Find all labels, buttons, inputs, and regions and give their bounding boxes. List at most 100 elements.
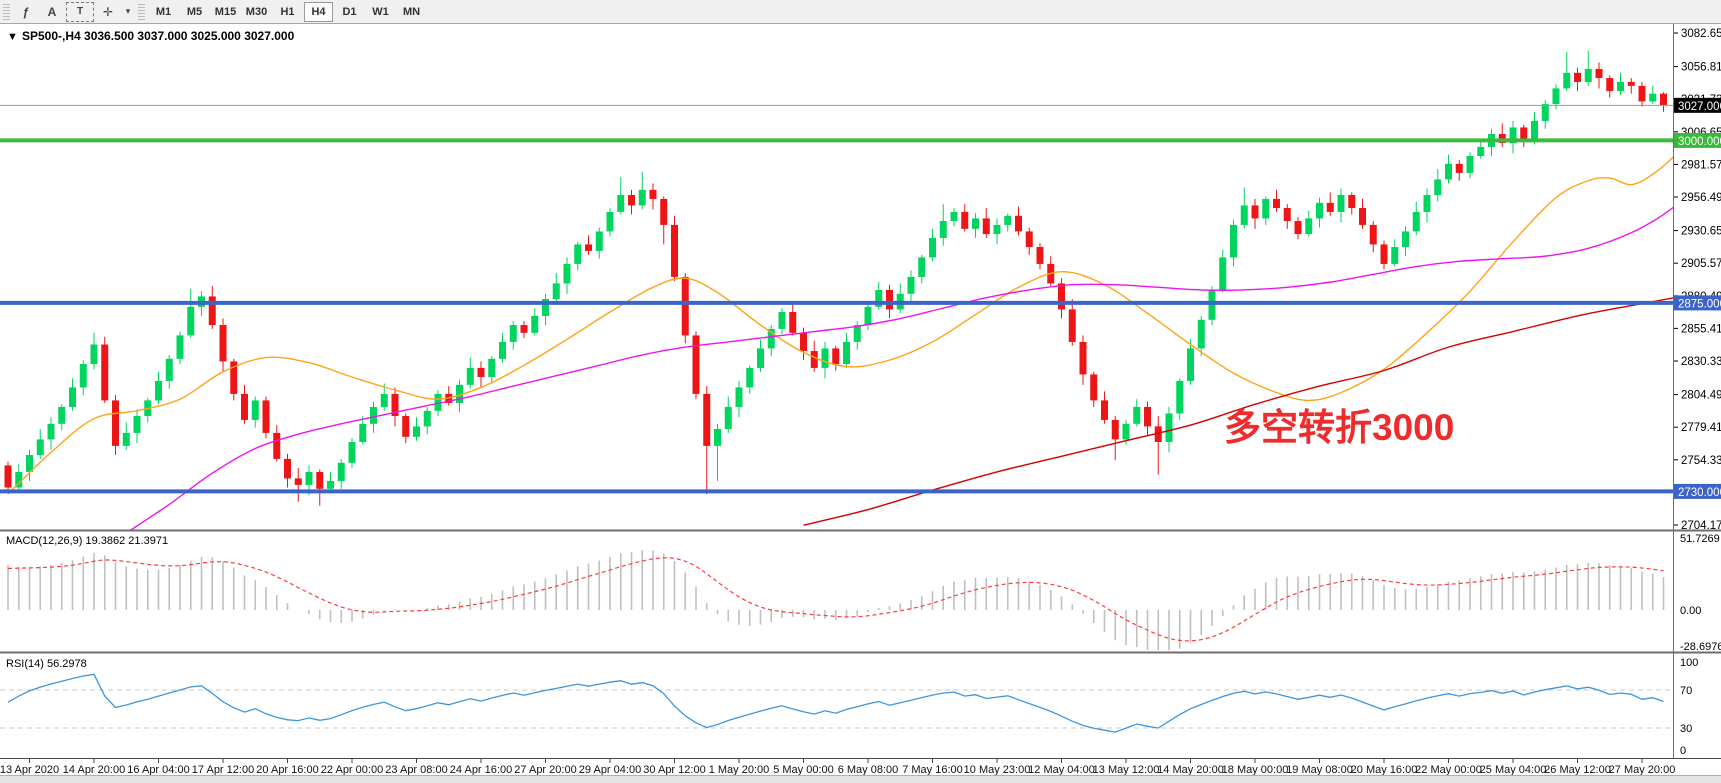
toolbar-grip[interactable]	[3, 4, 10, 20]
timeframe-button-d1[interactable]: D1	[335, 2, 364, 22]
timeframe-button-m15[interactable]: M15	[211, 2, 240, 22]
candle-body	[1563, 73, 1570, 89]
candle-body	[1585, 69, 1592, 82]
rsi-indicator-label: RSI(14) 56.2978	[6, 658, 87, 670]
price-tick-label: 2779.410	[1681, 422, 1721, 434]
candle-body	[1413, 212, 1420, 231]
trading-terminal-window: ƒAT✛▾ M1M5M15M30H1H4D1W1MN 3082.6503056.…	[0, 0, 1721, 783]
candle-body	[273, 433, 280, 459]
candle-body	[1198, 320, 1205, 349]
candle-body	[5, 465, 12, 487]
ma-mid-magenta	[126, 190, 1696, 533]
candle-body	[811, 351, 818, 368]
candle-body	[703, 394, 710, 446]
candle-body	[413, 426, 420, 436]
timeframe-button-h4[interactable]: H4	[304, 2, 333, 22]
main-price-pane[interactable]	[0, 51, 1696, 533]
candle-body	[757, 348, 764, 367]
macd-pane[interactable]	[8, 550, 1664, 650]
candle-body	[187, 307, 194, 336]
candle-body	[241, 394, 248, 420]
dropdown-caret-icon[interactable]: ▾	[122, 2, 134, 22]
candle-body	[553, 283, 560, 299]
price-axis[interactable]: 3082.6503056.8103031.7303006.6502981.570…	[1673, 28, 1721, 532]
candle-body	[263, 400, 270, 432]
timeframe-button-w1[interactable]: W1	[366, 2, 395, 22]
macd-axis-zero: 0.00	[1680, 605, 1701, 617]
candle-body	[1090, 374, 1097, 400]
candle-body	[402, 416, 409, 437]
candle-body	[1176, 381, 1183, 413]
candle-body	[1391, 247, 1398, 264]
candle-body	[1617, 82, 1624, 91]
timeframe-button-m1[interactable]: M1	[149, 2, 178, 22]
candle-body	[1101, 400, 1108, 419]
candle-body	[1434, 179, 1441, 195]
candle-body	[1230, 225, 1237, 257]
candle-body	[628, 195, 635, 205]
text-label-icon[interactable]: A	[40, 2, 64, 22]
candle-body	[1348, 195, 1355, 208]
timeframe-button-m30[interactable]: M30	[242, 2, 271, 22]
candle-body	[961, 212, 968, 229]
symbol-dropdown-caret[interactable]: ▼	[7, 31, 18, 43]
candle-body	[1316, 203, 1323, 219]
candle-body	[467, 368, 474, 385]
candle-body	[1477, 147, 1484, 156]
candle-body	[1553, 88, 1560, 104]
candle-body	[746, 368, 753, 387]
candle-body	[1026, 231, 1033, 247]
macd-indicator-label: MACD(12,26,9) 19.3862 21.3971	[6, 535, 168, 547]
candle-body	[1606, 78, 1613, 91]
candle-body	[1445, 164, 1452, 180]
candle-body	[574, 244, 581, 263]
price-badge-label: 2730.000	[1678, 487, 1721, 499]
candle-body	[564, 264, 571, 283]
candle-body	[37, 439, 44, 455]
candle-body	[865, 307, 872, 325]
timeframe-button-mn[interactable]: MN	[397, 2, 426, 22]
text-box-icon[interactable]: T	[66, 2, 94, 22]
rsi-axis-30: 30	[1680, 723, 1692, 735]
candle-body	[177, 335, 184, 358]
candle-body	[1596, 69, 1603, 78]
candle-body	[725, 407, 732, 429]
candle-body	[252, 400, 259, 419]
candle-body	[48, 424, 55, 440]
candle-body	[295, 478, 302, 484]
rsi-axis-70: 70	[1680, 685, 1692, 697]
candle-body	[1542, 104, 1549, 121]
candle-body	[1058, 283, 1065, 309]
candle-body	[521, 325, 528, 333]
chart-annotation-text[interactable]: 多空转折3000	[1224, 407, 1454, 448]
candle-body	[381, 394, 388, 407]
candle-body	[994, 225, 1001, 234]
cursor-mode-icon[interactable]: ✛	[96, 2, 120, 22]
candle-body	[306, 472, 313, 485]
candle-body	[1133, 407, 1140, 424]
candle-body	[854, 325, 861, 342]
price-tick-label: 3056.810	[1681, 62, 1721, 74]
chart-canvas[interactable]: 3082.6503056.8103031.7303006.6502981.570…	[0, 0, 1721, 776]
timeframe-button-h1[interactable]: H1	[273, 2, 302, 22]
candle-body	[1252, 205, 1259, 218]
candle-body	[349, 442, 356, 463]
candle-body	[650, 190, 657, 199]
time-axis[interactable]: 13 Apr 202014 Apr 20:0016 Apr 04:0017 Ap…	[0, 758, 1675, 776]
candle-body	[1424, 195, 1431, 212]
candle-body	[1069, 309, 1076, 341]
indicators-icon[interactable]: ƒ	[14, 2, 38, 22]
candle-body	[284, 459, 291, 478]
candle-body	[209, 296, 216, 325]
timeframe-button-m5[interactable]: M5	[180, 2, 209, 22]
candle-body	[951, 212, 958, 221]
candle-body	[929, 238, 936, 257]
candle-body	[488, 359, 495, 377]
candle-body	[91, 345, 98, 364]
rsi-pane[interactable]	[0, 674, 1673, 732]
price-tick-label: 2804.490	[1681, 390, 1721, 402]
candle-body	[1015, 216, 1022, 232]
candle-body	[1359, 208, 1366, 225]
toolbar-grip-2[interactable]	[138, 4, 145, 20]
candle-body	[1660, 94, 1667, 106]
